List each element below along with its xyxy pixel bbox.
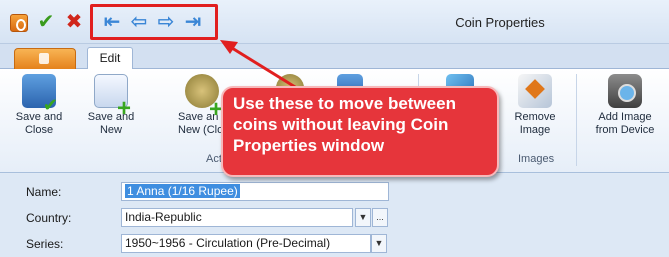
- tab-edit[interactable]: Edit: [87, 47, 133, 70]
- save-new-label: Save and New: [87, 111, 134, 136]
- remove-image-button[interactable]: Remove Image: [508, 74, 562, 137]
- country-browse-button[interactable]: ...: [372, 208, 388, 227]
- country-label: Country:: [26, 211, 72, 225]
- chevron-down-icon: ▼: [374, 238, 384, 248]
- chevron-down-icon: ▼: [358, 212, 368, 222]
- save-new-button[interactable]: Save and New: [82, 74, 140, 137]
- remove-image-label: Remove Image: [514, 111, 556, 136]
- add-image-device-button[interactable]: Add Image from Device: [587, 74, 663, 137]
- name-label: Name:: [26, 185, 62, 199]
- coin-add-icon: [185, 74, 223, 116]
- app-icon[interactable]: [10, 14, 28, 32]
- add-image-device-label: Add Image from Device: [595, 111, 655, 136]
- cross-icon: ✖: [65, 11, 83, 33]
- save-close-button[interactable]: Save and Close: [10, 74, 68, 137]
- save-quick-button[interactable]: ✔: [34, 10, 58, 34]
- callout-text: Use these to move between coins without …: [233, 94, 456, 155]
- window-title: Coin Properties: [455, 15, 545, 30]
- camera-icon: [608, 74, 642, 108]
- country-dropdown-button[interactable]: ▼: [355, 208, 371, 227]
- country-select[interactable]: India-Republic: [121, 208, 353, 227]
- new-document-icon: [94, 74, 131, 115]
- series-label: Series:: [26, 237, 64, 251]
- remove-image-icon: [518, 74, 552, 108]
- nav-highlight-box: [90, 4, 218, 40]
- name-input[interactable]: 1 Anna (1/16 Rupee): [121, 182, 389, 201]
- series-select[interactable]: 1950~1956 - Circulation (Pre-Decimal): [121, 234, 371, 253]
- save-close-label: Save and Close: [15, 111, 63, 136]
- tab-file[interactable]: [14, 48, 76, 69]
- images-group-label: Images: [518, 153, 555, 165]
- name-value: 1 Anna (1/16 Rupee): [125, 184, 240, 198]
- series-dropdown-button[interactable]: ▼: [371, 234, 387, 253]
- cancel-quick-button[interactable]: ✖: [62, 10, 86, 34]
- callout-tooltip: Use these to move between coins without …: [221, 86, 499, 177]
- check-icon: ✔: [37, 11, 55, 33]
- group-separator: [576, 74, 577, 166]
- save-icon: [22, 74, 58, 112]
- coin-properties-window: ✔ ✖ ⇤ ⇦ ⇨ ⇥ Coin Properties Edit Save an…: [0, 0, 669, 257]
